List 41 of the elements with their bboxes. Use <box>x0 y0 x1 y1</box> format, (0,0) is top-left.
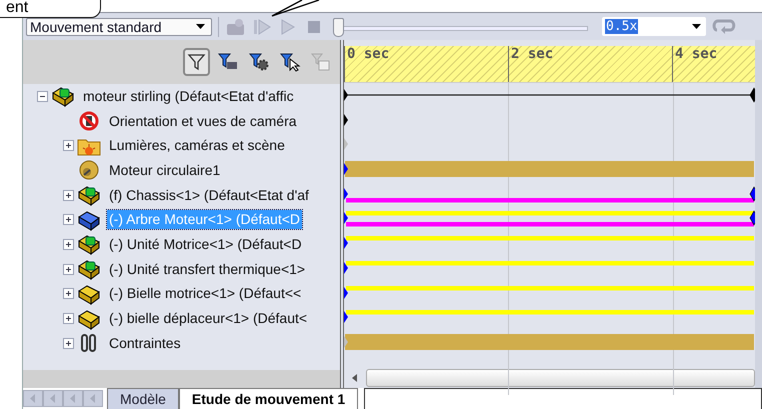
tree-item[interactable]: Orientation et vues de caméra <box>107 112 299 131</box>
expand-icon[interactable] <box>63 238 74 250</box>
tree-item[interactable]: Contraintes <box>107 334 183 353</box>
callout-bubble: ent <box>0 0 101 18</box>
time-label: 4 sec <box>672 46 755 82</box>
expand-icon[interactable] <box>63 214 74 226</box>
tree-item[interactable]: (-) Unité transfert thermique<1> <box>107 260 308 279</box>
tree-item[interactable]: (-) bielle déplaceur<1> (Défaut< <box>107 309 310 328</box>
motor-icon <box>77 159 101 182</box>
tree-item[interactable]: (f) Chassis<1> (Défaut<Etat d'af <box>107 186 311 205</box>
assembly-icon <box>77 258 101 280</box>
time-label: 2 sec <box>508 46 672 82</box>
tree-item[interactable]: Moteur circulaire1 <box>107 160 222 180</box>
assembly-icon <box>77 184 101 206</box>
assembly-icon <box>77 233 101 256</box>
time-slider[interactable] <box>333 16 588 36</box>
expand-icon[interactable] <box>63 288 74 300</box>
tab[interactable]: Etude de mouvement 1 <box>178 388 358 409</box>
filter-icon[interactable] <box>183 48 210 76</box>
part-icon <box>77 282 101 305</box>
time-label: 0 sec <box>344 46 508 82</box>
part-icon <box>77 208 101 231</box>
speed-dropdown[interactable]: 0.5x <box>602 17 706 36</box>
expand-icon[interactable] <box>63 190 74 201</box>
tab[interactable]: Modèle <box>107 388 179 409</box>
study-type-dropdown[interactable]: Mouvement standard <box>26 18 212 36</box>
part-icon <box>77 308 101 330</box>
caret-icon <box>692 24 701 29</box>
collapse-icon[interactable] <box>37 90 48 102</box>
scroll-left-icon[interactable] <box>352 374 358 382</box>
assembly-icon <box>51 85 75 108</box>
expand-icon[interactable] <box>63 313 74 324</box>
tree-item[interactable]: (-) Bielle motrice<1> (Défaut<< <box>107 284 304 304</box>
tree-item[interactable]: moteur stirling (Défaut<Etat d'affic <box>81 86 296 106</box>
no-camera-icon <box>77 110 101 132</box>
expand-icon[interactable] <box>63 140 74 152</box>
tree-item[interactable]: Lumières, caméras et scène <box>107 136 287 156</box>
expand-icon[interactable] <box>63 338 74 349</box>
expand-icon[interactable] <box>63 264 74 275</box>
tree-item[interactable]: (-) Unité Motrice<1> (Défaut<D <box>107 234 304 254</box>
caret-icon <box>196 24 205 29</box>
